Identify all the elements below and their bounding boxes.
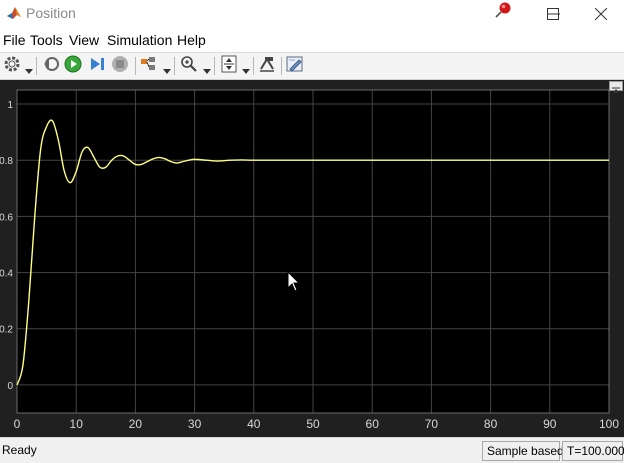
x-tick-label: 80 — [484, 417, 498, 431]
toolbar-separator — [135, 57, 136, 75]
y-tick-label: 0.6 — [0, 212, 13, 223]
settings-dropdown-icon[interactable] — [25, 62, 33, 74]
scope-window: Position File Tools View Simulation Help… — [0, 0, 624, 463]
restore-icon — [612, 87, 620, 93]
highlight-icon — [140, 55, 160, 78]
menu-view[interactable]: View — [69, 32, 99, 48]
close-icon — [595, 8, 607, 20]
scale-axes-dropdown-icon[interactable] — [242, 62, 250, 74]
highlight-button[interactable] — [139, 55, 161, 77]
maximize-icon — [547, 8, 559, 20]
x-tick-label: 20 — [129, 417, 143, 431]
x-tick-label: 40 — [247, 417, 261, 431]
y-tick-label: 0.2 — [0, 325, 13, 336]
title-bar[interactable]: Position — [0, 0, 624, 28]
y-tick-label: 1 — [7, 100, 13, 111]
settings-button[interactable] — [1, 55, 23, 77]
signal-select-button[interactable] — [256, 55, 278, 77]
step-back-button[interactable] — [40, 55, 62, 77]
edit-icon — [286, 55, 304, 78]
stop-button[interactable] — [109, 55, 131, 77]
x-tick-label: 50 — [306, 417, 320, 431]
toolbar-separator — [281, 57, 282, 75]
menu-tools[interactable]: Tools — [30, 32, 63, 48]
maximize-button-area[interactable] — [530, 0, 576, 28]
status-bar: Ready Sample based T=100.000 — [0, 437, 624, 463]
restore-axes-button[interactable] — [609, 81, 623, 93]
simulation-time-field: T=100.000 — [562, 441, 624, 461]
pin-icon[interactable] — [494, 1, 512, 19]
x-tick-label: 0 — [14, 417, 21, 431]
scale-axes-button[interactable] — [218, 55, 240, 77]
status-text: Ready — [2, 443, 37, 457]
mouse-cursor-icon — [287, 270, 301, 293]
zoom-button[interactable] — [178, 55, 200, 77]
menu-help[interactable]: Help — [177, 32, 206, 48]
toolbar-separator — [253, 57, 254, 75]
run-button[interactable] — [62, 55, 84, 77]
menu-bar: File Tools View Simulation Help — [0, 28, 624, 74]
step-forward-icon — [88, 55, 106, 78]
y-tick-label: 0.4 — [0, 269, 13, 280]
x-tick-label: 100 — [599, 417, 619, 431]
x-tick-label: 10 — [70, 417, 84, 431]
x-tick-label: 70 — [425, 417, 439, 431]
x-tick-label: 90 — [543, 417, 557, 431]
menu-simulation[interactable]: Simulation — [107, 32, 172, 48]
y-tick-label: 0 — [7, 381, 13, 392]
run-icon — [64, 55, 82, 78]
close-button[interactable] — [578, 0, 624, 28]
step-back-icon — [42, 55, 60, 78]
zoom-icon — [180, 55, 198, 78]
stop-icon — [111, 55, 129, 78]
toolbar-separator — [214, 57, 215, 75]
step-forward-button[interactable] — [86, 55, 108, 77]
scope-plot[interactable]: 0 10 20 30 40 50 60 70 80 90 100 0 0.2 0.4 0.6 0.8 1 — [0, 80, 624, 437]
toolbar — [0, 52, 624, 80]
scale-axes-icon — [220, 55, 238, 78]
matlab-icon — [6, 5, 22, 21]
x-tick-label: 30 — [188, 417, 202, 431]
highlight-dropdown-icon[interactable] — [163, 62, 171, 74]
settings-icon — [3, 55, 21, 78]
y-tick-label: 0.8 — [0, 156, 13, 167]
window-title: Position — [26, 5, 76, 21]
x-tick-label: 60 — [366, 417, 380, 431]
edit-button[interactable] — [284, 55, 306, 77]
toolbar-separator — [36, 57, 37, 75]
sample-mode-field: Sample based — [482, 441, 564, 461]
scope-display[interactable]: 0 10 20 30 40 50 60 70 80 90 100 0 0.2 0.4 0.6 0.8 1 — [0, 80, 624, 437]
toolbar-separator — [174, 57, 175, 75]
signal-select-icon — [258, 55, 276, 78]
zoom-dropdown-icon[interactable] — [203, 62, 211, 74]
menu-file[interactable]: File — [3, 32, 26, 48]
